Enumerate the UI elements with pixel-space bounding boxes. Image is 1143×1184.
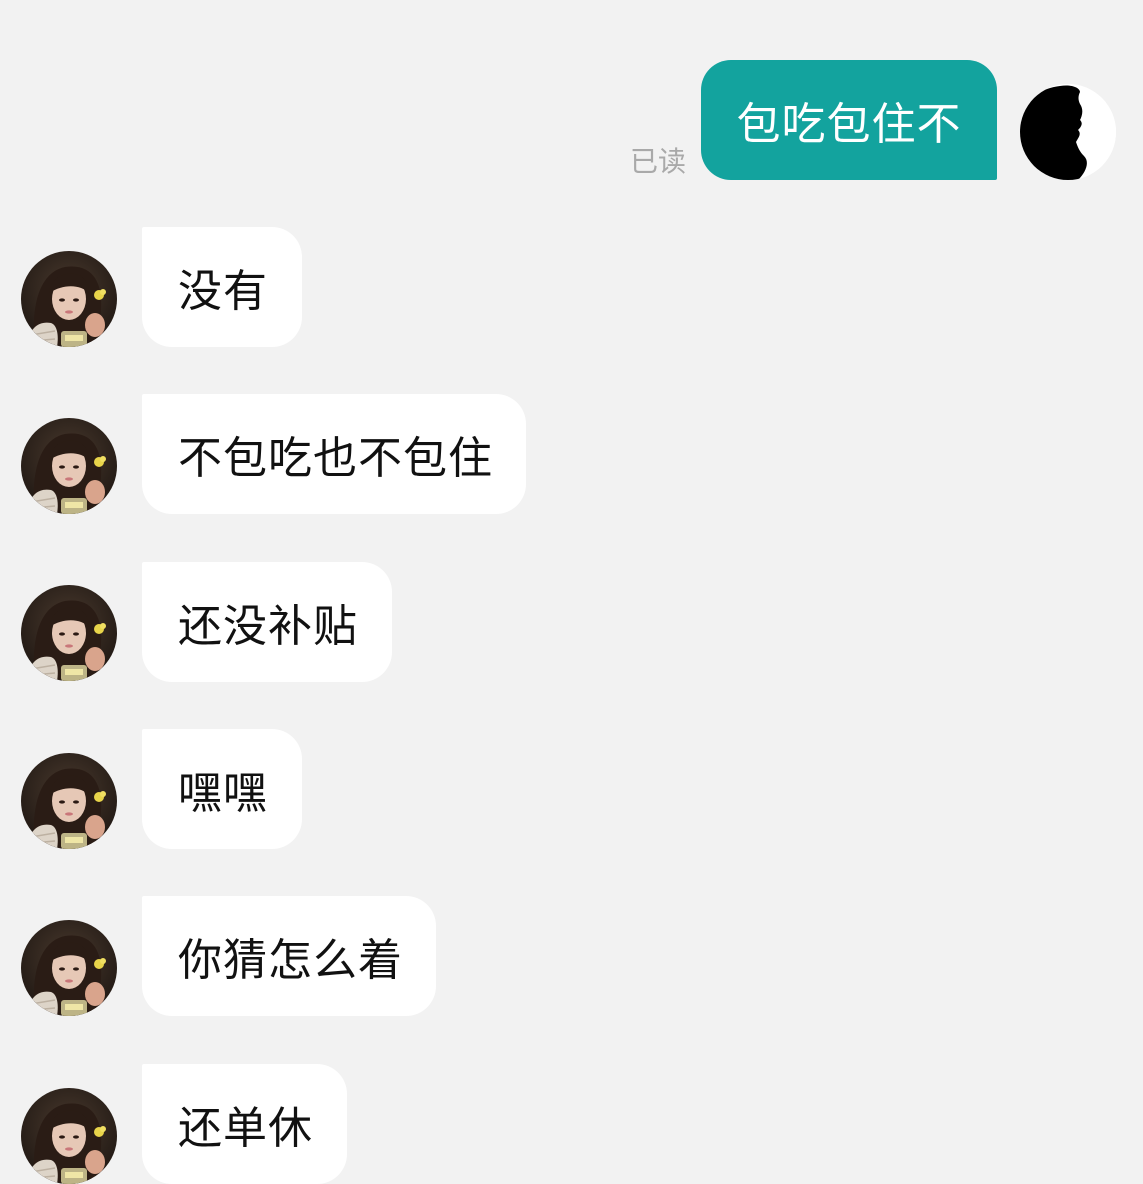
incoming-message-bubble[interactable]: 没有 bbox=[142, 227, 302, 347]
incoming-message-text: 还没补贴 bbox=[178, 601, 358, 652]
incoming-message-text: 嘿嘿 bbox=[178, 768, 268, 819]
contact-avatar[interactable] bbox=[21, 418, 117, 514]
chat-view: 已读 包吃包住不 没有 不包吃也不包住 还没补贴 嘿嘿 你猜怎么着 还单休 bbox=[0, 0, 1143, 1184]
girl-avatar-icon bbox=[21, 753, 117, 849]
incoming-message-text: 你猜怎么着 bbox=[178, 935, 403, 986]
girl-avatar-icon bbox=[21, 1088, 117, 1184]
contact-avatar[interactable] bbox=[21, 585, 117, 681]
girl-avatar-icon bbox=[21, 920, 117, 1016]
girl-avatar-icon bbox=[21, 418, 117, 514]
contact-avatar[interactable] bbox=[21, 1088, 117, 1184]
incoming-message-bubble[interactable]: 不包吃也不包住 bbox=[142, 394, 526, 514]
girl-avatar-icon bbox=[21, 251, 117, 347]
outgoing-message-bubble[interactable]: 包吃包住不 bbox=[701, 60, 997, 180]
girl-avatar-icon bbox=[21, 585, 117, 681]
contact-avatar[interactable] bbox=[21, 753, 117, 849]
read-status: 已读 bbox=[630, 145, 687, 178]
incoming-message-text: 还单休 bbox=[178, 1103, 313, 1154]
incoming-message-bubble[interactable]: 还单休 bbox=[142, 1064, 347, 1184]
outgoing-message-text: 包吃包住不 bbox=[736, 99, 962, 150]
incoming-message-bubble[interactable]: 还没补贴 bbox=[142, 562, 392, 682]
incoming-message-text: 没有 bbox=[178, 266, 268, 317]
contact-avatar[interactable] bbox=[21, 251, 117, 347]
incoming-message-text: 不包吃也不包住 bbox=[178, 433, 493, 484]
incoming-message-bubble[interactable]: 嘿嘿 bbox=[142, 729, 302, 849]
incoming-message-bubble[interactable]: 你猜怎么着 bbox=[142, 896, 436, 1016]
contact-avatar[interactable] bbox=[21, 920, 117, 1016]
silhouette-avatar-icon bbox=[1020, 84, 1116, 180]
self-avatar[interactable] bbox=[1020, 84, 1116, 180]
